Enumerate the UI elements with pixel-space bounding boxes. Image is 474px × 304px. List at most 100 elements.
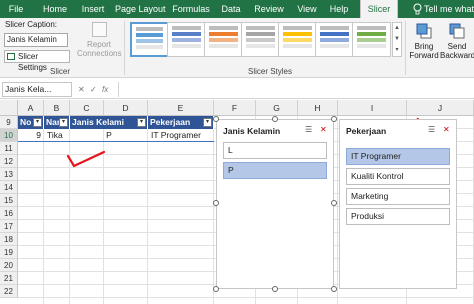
filter-dropdown-icon[interactable]: ▾ [33,118,42,127]
slicer-style-swatch[interactable] [167,22,206,57]
slicer-styles-group-label: Slicer Styles [247,67,292,76]
fx-icon[interactable]: fx [102,82,108,97]
formula-input[interactable] [118,82,472,97]
resize-handle[interactable] [272,286,278,292]
enter-icon[interactable]: ✓ [90,82,97,97]
row-header-13[interactable]: 13 [0,168,18,181]
tab-view[interactable]: View [294,0,320,18]
row-header-10[interactable]: 10 [0,129,18,142]
clear-filter-icon[interactable]: ✕ [320,125,327,134]
column-header-f[interactable]: F [214,100,256,116]
gridline [43,116,44,304]
multi-select-icon[interactable]: ☰ [428,125,435,134]
gridline [69,116,70,304]
table-cell[interactable]: Tika [44,129,70,142]
row-header-9[interactable]: 9 [0,116,18,129]
tell-me-search[interactable]: Tell me what [424,0,474,18]
slicer-item[interactable]: P [223,162,327,179]
row-header-18[interactable]: 18 [0,233,18,246]
gallery-scroll-arrows[interactable]: ▲ ▼ ▾ [392,22,402,57]
column-header-d[interactable]: D [104,100,148,116]
send-backward-button[interactable]: Send Backward [440,22,474,60]
column-header-j[interactable]: J [407,100,474,116]
slicer-item[interactable]: Marketing [346,188,450,205]
gridline [147,116,148,304]
ribbon-panel: Slicer Caption: Janis Kelamin Slicer Set… [0,18,474,78]
resize-handle[interactable] [331,286,337,292]
report-connections-button[interactable]: Report Connections [77,22,121,58]
row-header-19[interactable]: 19 [0,246,18,259]
table-cell[interactable]: 9 [18,129,44,142]
tab-slicer[interactable]: Slicer [360,0,398,18]
select-all-corner[interactable] [0,100,18,116]
tab-formulas[interactable]: Formulas [172,0,210,18]
slicer-item[interactable]: L [223,142,327,159]
table-cell[interactable]: IT Programer [148,129,214,142]
slicer-item[interactable]: Produksi [346,208,450,225]
resize-handle[interactable] [331,116,337,122]
bring-forward-button[interactable]: Bring Forward [408,22,440,60]
slicer-item[interactable]: Kualiti Kontrol [346,168,450,185]
bring-forward-label-2: Forward [409,51,439,60]
row-header-14[interactable]: 14 [0,181,18,194]
gridline [337,116,338,304]
tab-insert[interactable]: Insert [78,0,108,18]
resize-handle[interactable] [213,286,219,292]
resize-handle[interactable] [331,200,337,206]
tab-page-layout[interactable]: Page Layout [115,0,166,18]
slicer-style-swatch[interactable] [204,22,243,57]
tab-home[interactable]: Home [40,0,70,18]
tab-data[interactable]: Data [218,0,244,18]
slicer-gender[interactable]: Janis Kelamin ☰ ✕ L P [216,119,334,289]
filter-dropdown-icon[interactable]: ▾ [203,118,212,127]
ribbon-tab-bar: File Home Insert Page Layout Formulas Da… [0,0,474,18]
slicer-settings-button[interactable]: Slicer Settings [4,50,70,72]
column-header-e[interactable]: E [148,100,214,116]
tab-help[interactable]: Help [327,0,351,18]
filter-dropdown-icon[interactable]: ▾ [137,118,146,127]
resize-handle[interactable] [213,116,219,122]
filter-dropdown-icon[interactable]: ▾ [59,118,68,127]
tab-file[interactable]: File [4,0,28,18]
slicer-style-swatch[interactable] [278,22,317,57]
bring-forward-label-1: Bring [414,42,434,51]
column-header-c[interactable]: C [70,100,104,116]
column-header-i[interactable]: I [338,100,407,116]
clear-filter-icon[interactable]: ✕ [443,125,450,134]
resize-handle[interactable] [213,200,219,206]
row-header-22[interactable]: 22 [0,285,18,298]
settings-icon [7,53,15,60]
ribbon-separator [124,21,125,75]
slicer-style-swatch[interactable] [315,22,354,57]
column-header-g[interactable]: G [256,100,298,116]
slicer-group-label: Slicer [49,67,70,76]
slicer-item[interactable]: IT Programer [346,148,450,165]
cancel-icon[interactable]: ✕ [78,82,85,97]
slicer-style-swatch[interactable] [241,22,280,57]
resize-handle[interactable] [272,116,278,122]
row-header-17[interactable]: 17 [0,220,18,233]
row-header-20[interactable]: 20 [0,259,18,272]
row-header-21[interactable]: 21 [0,272,18,285]
table-cell[interactable]: P [70,129,148,142]
column-header-a[interactable]: A [18,100,44,116]
column-header-h[interactable]: H [298,100,338,116]
tab-review[interactable]: Review [252,0,286,18]
slicer-title: Janis Kelamin [223,126,281,136]
multi-select-icon[interactable]: ☰ [305,125,312,134]
slicer-title: Pekerjaan [346,126,387,136]
slicer-job[interactable]: Pekerjaan ☰ ✕ IT Programer Kualiti Kontrol Ma… [339,119,457,289]
slicer-style-swatch[interactable] [352,22,391,57]
formula-bar: Janis Kela... ✕ ✓ fx [0,80,474,99]
slicer-style-swatch[interactable] [130,22,169,57]
lightbulb-icon [413,3,422,15]
row-header-12[interactable]: 12 [0,155,18,168]
ribbon-separator [405,21,406,75]
slicer-caption-label: Slicer Caption: [5,20,58,29]
row-header-15[interactable]: 15 [0,194,18,207]
column-header-b[interactable]: B [44,100,70,116]
name-box[interactable]: Janis Kela... [2,82,72,97]
row-header-16[interactable]: 16 [0,207,18,220]
row-header-11[interactable]: 11 [0,142,18,155]
slicer-caption-input[interactable]: Janis Kelamin [4,33,68,47]
